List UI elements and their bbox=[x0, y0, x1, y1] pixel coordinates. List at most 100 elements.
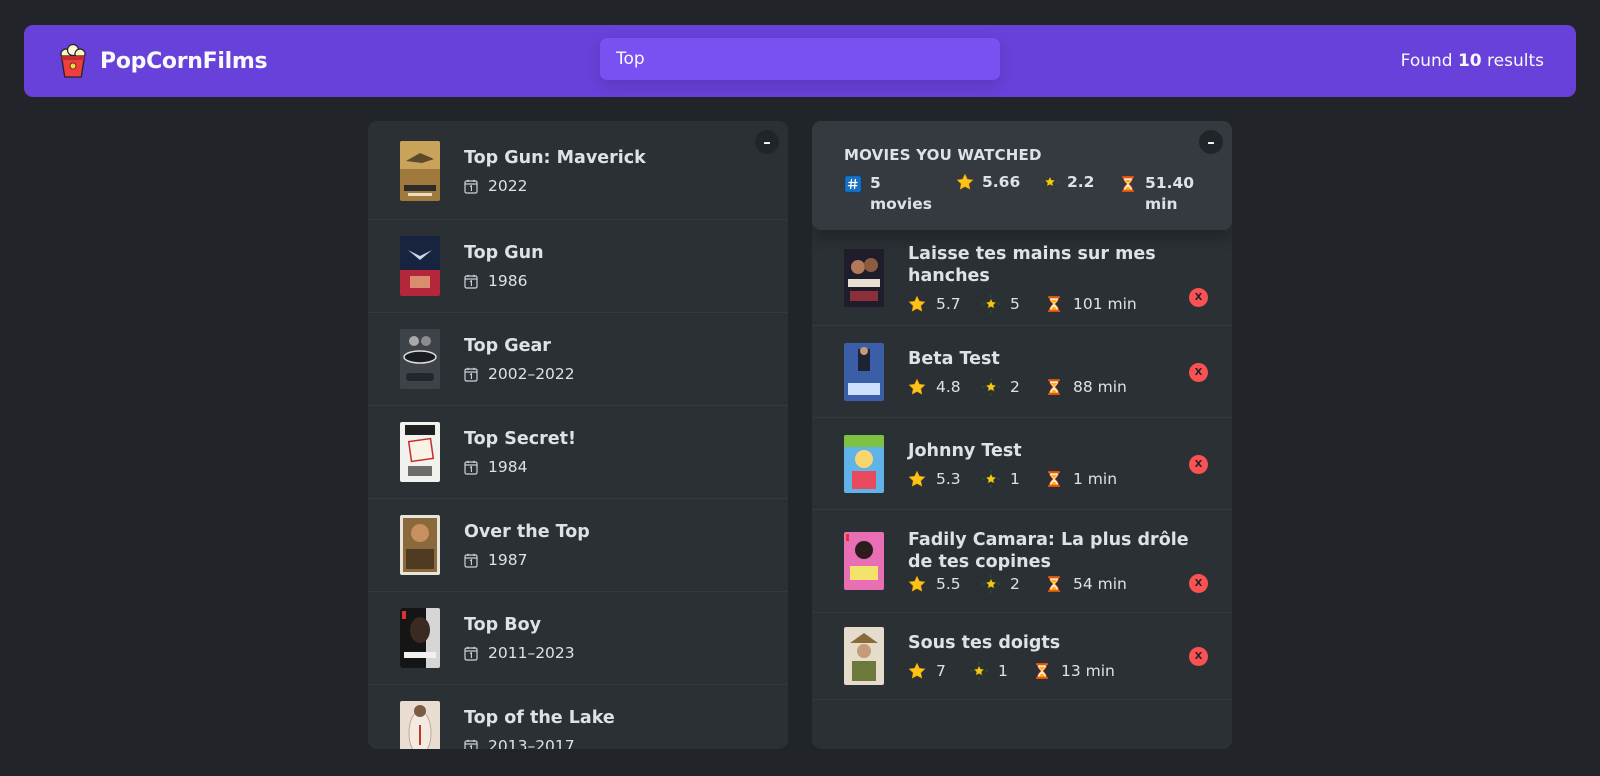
movie-list-item[interactable]: Over the Top 1987 bbox=[368, 499, 788, 592]
imdb-rating-value: 5.3 bbox=[936, 469, 961, 488]
runtime-value: 88 min bbox=[1073, 377, 1127, 396]
runtime: 54 min bbox=[1045, 575, 1127, 593]
user-rating-value: 1 bbox=[1010, 469, 1020, 488]
movie-poster bbox=[400, 329, 440, 389]
search-input[interactable] bbox=[600, 38, 1000, 80]
imdb-rating-value: 5.5 bbox=[936, 575, 961, 593]
hourglass-icon bbox=[1033, 662, 1051, 680]
watched-list-item: Fadily Camara: La plus drôle de tes copi… bbox=[812, 510, 1232, 613]
hourglass-icon bbox=[1045, 575, 1063, 593]
watched-list-item: Sous tes doigts 7 1 13 min X bbox=[812, 613, 1232, 700]
movie-poster bbox=[400, 608, 440, 668]
movie-poster bbox=[844, 342, 884, 401]
movie-poster bbox=[844, 627, 884, 685]
imdb-rating: 4.8 bbox=[908, 378, 982, 396]
avg-user-rating: 2.2 bbox=[1041, 173, 1119, 191]
movie-poster bbox=[400, 515, 440, 575]
movie-year: 1986 bbox=[488, 272, 528, 290]
movie-year: 1984 bbox=[488, 458, 528, 476]
movie-poster bbox=[844, 434, 884, 493]
imdb-rating: 5.5 bbox=[908, 575, 982, 593]
glowing-star-icon bbox=[982, 295, 1000, 313]
results-prefix: Found bbox=[1400, 51, 1453, 71]
movie-title: Fadily Camara: La plus drôle de tes copi… bbox=[908, 530, 1189, 572]
glowing-star-icon bbox=[982, 575, 1000, 593]
watched-count: 5 movies bbox=[844, 173, 956, 215]
movie-title: Top Boy bbox=[464, 615, 542, 635]
star-icon bbox=[908, 662, 926, 680]
movie-list-item[interactable]: Top Secret! 1984 bbox=[368, 406, 788, 499]
imdb-rating-value: 5.7 bbox=[936, 294, 961, 313]
user-rating: 5 bbox=[982, 294, 1045, 313]
runtime: 88 min bbox=[1045, 378, 1127, 396]
movie-list-item[interactable]: Top Gun 1986 bbox=[368, 220, 788, 313]
glowing-star-icon bbox=[1041, 173, 1059, 191]
imdb-rating: 5.3 bbox=[908, 470, 982, 488]
movie-list-item[interactable]: Top of the Lake 2013–2017 bbox=[368, 685, 788, 749]
avg-runtime-value: 51.40 min bbox=[1145, 174, 1195, 213]
popcorn-icon bbox=[60, 43, 86, 78]
imdb-rating: 7 bbox=[908, 662, 970, 680]
delete-watched-button[interactable]: X bbox=[1189, 363, 1208, 382]
user-rating: 1 bbox=[982, 469, 1045, 488]
avg-imdb-rating-value: 5.66 bbox=[982, 173, 1021, 191]
movie-title: Top Gun bbox=[464, 243, 544, 263]
avg-runtime: 51.40 min bbox=[1119, 173, 1195, 215]
summary-heading: MOVIES YOU WATCHED bbox=[844, 146, 1042, 164]
movie-title: Sous tes doigts bbox=[908, 633, 1061, 653]
calendar-icon bbox=[464, 553, 478, 568]
user-rating: 2 bbox=[982, 377, 1045, 396]
hourglass-icon bbox=[1045, 378, 1063, 396]
runtime-value: 13 min bbox=[1061, 662, 1115, 680]
star-icon bbox=[956, 173, 974, 191]
movie-title: Over the Top bbox=[464, 522, 590, 542]
movie-list-item[interactable]: Top Gun: Maverick 2022 bbox=[368, 121, 788, 220]
movie-title: Top Gun: Maverick bbox=[464, 148, 646, 168]
movie-list-item[interactable]: Top Gear 2002–2022 bbox=[368, 313, 788, 406]
hourglass-icon bbox=[1119, 175, 1137, 193]
search-results-list: Top Gun: Maverick 2022 Top Gun 1986 Top … bbox=[368, 121, 788, 749]
user-rating-value: 5 bbox=[1010, 294, 1020, 313]
runtime: 13 min bbox=[1033, 662, 1115, 680]
hourglass-icon bbox=[1045, 295, 1063, 313]
watched-list-item: Johnny Test 5.3 1 1 min X bbox=[812, 418, 1232, 510]
calendar-icon bbox=[464, 179, 478, 194]
movie-year: 2013–2017 bbox=[488, 737, 575, 749]
movie-year: 1987 bbox=[488, 551, 528, 569]
glowing-star-icon bbox=[982, 378, 1000, 396]
movie-list-item[interactable]: Top Boy 2011–2023 bbox=[368, 592, 788, 685]
movie-poster bbox=[844, 532, 884, 590]
results-suffix: results bbox=[1487, 51, 1544, 71]
imdb-rating-value: 7 bbox=[936, 662, 946, 680]
watched-count-value: 5 movies bbox=[870, 174, 932, 213]
runtime-value: 101 min bbox=[1073, 294, 1137, 313]
results-count: Found 10 results bbox=[1244, 51, 1544, 71]
collapse-search-results-button[interactable]: – bbox=[755, 130, 779, 154]
user-rating: 1 bbox=[970, 662, 1033, 680]
delete-watched-button[interactable]: X bbox=[1189, 288, 1208, 307]
glowing-star-icon bbox=[970, 662, 988, 680]
star-icon bbox=[908, 575, 926, 593]
collapse-watched-button[interactable]: – bbox=[1199, 130, 1223, 154]
watched-box: – MOVIES YOU WATCHED 5 movies 5.66 2.2 5… bbox=[812, 121, 1232, 749]
delete-watched-button[interactable]: X bbox=[1189, 455, 1208, 474]
user-rating-value: 2 bbox=[1010, 377, 1020, 396]
watched-list-item: Laisse tes mains sur mes hanches 5.7 5 1… bbox=[812, 230, 1232, 326]
hourglass-icon bbox=[1045, 470, 1063, 488]
movie-poster bbox=[400, 236, 440, 296]
delete-watched-button[interactable]: X bbox=[1189, 647, 1208, 666]
user-rating-value: 1 bbox=[998, 662, 1008, 680]
movie-title: Johnny Test bbox=[908, 440, 1022, 461]
imdb-rating-value: 4.8 bbox=[936, 377, 961, 396]
calendar-icon bbox=[464, 646, 478, 661]
star-icon bbox=[908, 470, 926, 488]
logo[interactable]: PopCornFilms bbox=[58, 43, 358, 79]
star-icon bbox=[908, 295, 926, 313]
runtime: 101 min bbox=[1045, 295, 1137, 313]
runtime-value: 1 min bbox=[1073, 469, 1118, 488]
delete-watched-button[interactable]: X bbox=[1189, 574, 1208, 593]
imdb-rating: 5.7 bbox=[908, 295, 982, 313]
watched-list: Laisse tes mains sur mes hanches 5.7 5 1… bbox=[812, 230, 1232, 700]
movie-poster bbox=[844, 248, 884, 307]
avg-user-rating-value: 2.2 bbox=[1067, 173, 1095, 191]
